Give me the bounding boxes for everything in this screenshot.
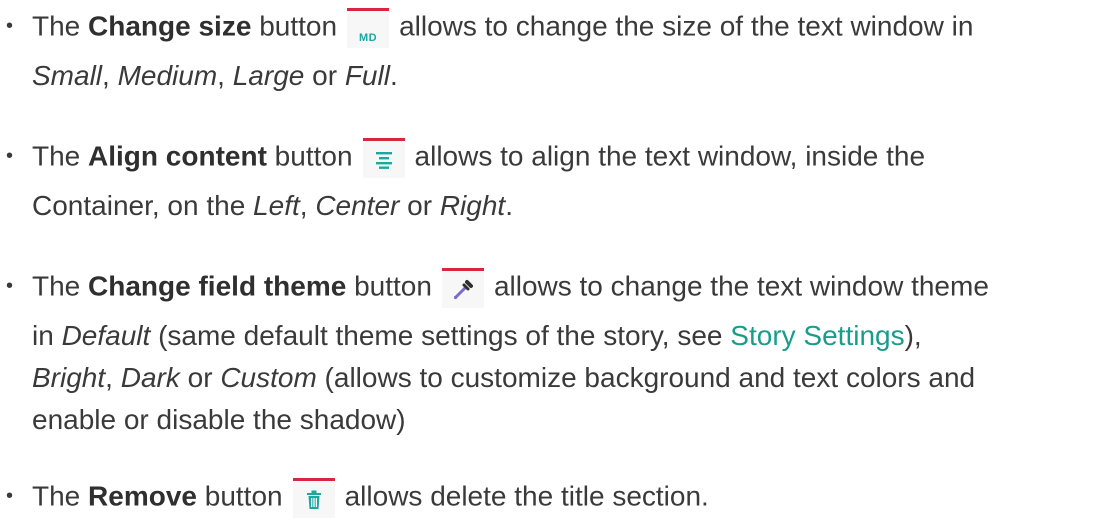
- bullet: •: [6, 275, 14, 298]
- text: .: [505, 190, 513, 221]
- text: ,: [105, 362, 121, 393]
- text: allows delete the title section.: [344, 480, 709, 512]
- change-field-theme-label: Change field theme: [88, 270, 347, 302]
- list-item-line-2: in Default (same default theme settings …: [32, 318, 922, 354]
- option-bright: Bright: [32, 362, 106, 393]
- text: button: [251, 10, 338, 42]
- text: allows to change the text window theme: [493, 270, 989, 302]
- text: ,: [217, 60, 233, 91]
- list-item-line: • The Align content button allows to align…: [0, 138, 926, 178]
- option-dark: Dark: [120, 362, 180, 393]
- bullet: •: [6, 145, 14, 168]
- change-size-button[interactable]: MD: [347, 8, 390, 48]
- text: enable or disable the shadow): [32, 404, 406, 435]
- option-center: Center: [315, 190, 400, 221]
- text: or: [179, 362, 221, 393]
- option-full: Full: [344, 60, 390, 91]
- story-settings-link[interactable]: Story Settings: [730, 320, 904, 351]
- text: ),: [904, 320, 922, 351]
- bullet: •: [6, 485, 14, 508]
- eyedropper-icon: [453, 279, 473, 299]
- align-content-label: Align content: [88, 140, 267, 172]
- text: in: [32, 320, 62, 351]
- change-size-label: Change size: [88, 10, 252, 42]
- text: allows to align the text window, inside …: [414, 140, 926, 172]
- text: or: [399, 190, 440, 221]
- button-description-list: • The Change size button MD allows to chang…: [0, 0, 1120, 528]
- option-medium: Medium: [117, 60, 218, 91]
- text: allows to change the size of the text wi…: [399, 10, 974, 42]
- option-right: Right: [439, 190, 506, 221]
- text: or: [304, 60, 345, 91]
- remove-button[interactable]: [292, 478, 335, 518]
- list-item-line-4: enable or disable the shadow): [32, 402, 406, 438]
- list-item-line: • The Change field theme button allows to …: [0, 268, 989, 308]
- align-center-icon: [375, 151, 392, 169]
- text: The: [32, 10, 89, 42]
- align-content-button[interactable]: [362, 138, 405, 178]
- text: button: [196, 480, 283, 512]
- option-small: Small: [32, 60, 103, 91]
- list-item-line-2: Container, on the Left, Center or Right.: [32, 188, 513, 224]
- text: The: [32, 270, 89, 302]
- text: button: [346, 270, 432, 302]
- text: (allows to customize background and text…: [316, 362, 976, 393]
- list-item-line-3: Bright, Dark or Custom (allows to custom…: [32, 360, 975, 396]
- option-large: Large: [232, 60, 305, 91]
- text: .: [389, 60, 398, 91]
- text: The: [32, 140, 89, 172]
- option-custom: Custom: [220, 362, 317, 393]
- change-field-theme-button[interactable]: [441, 268, 484, 308]
- bullet: •: [6, 15, 14, 38]
- remove-label: Remove: [88, 480, 197, 512]
- option-default: Default: [61, 320, 151, 351]
- list-item-line: • The Change size button MD allows to chang…: [0, 8, 974, 48]
- text: Container, on the: [32, 190, 254, 221]
- trash-icon: [306, 490, 321, 509]
- size-md-icon: MD: [359, 32, 378, 44]
- text: button: [266, 140, 353, 172]
- list-item-line: • The Remove button allows delete the titl…: [0, 478, 709, 518]
- text: (same default theme settings of the stor…: [150, 320, 731, 351]
- text: ,: [102, 60, 118, 91]
- text: ,: [299, 190, 316, 221]
- option-left: Left: [253, 190, 300, 221]
- list-item-line-2: Small, Medium, Large or Full.: [32, 58, 398, 94]
- text: The: [32, 480, 89, 512]
